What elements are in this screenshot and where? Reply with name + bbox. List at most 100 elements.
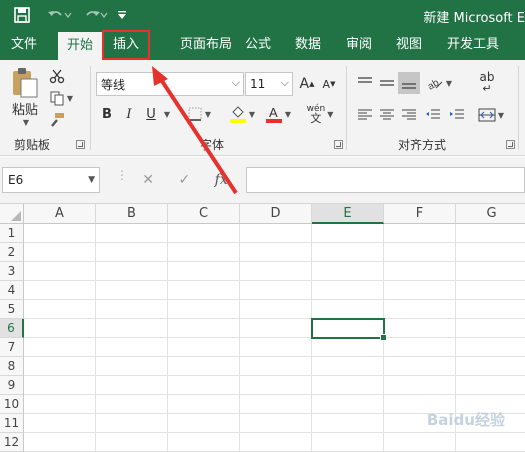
cell-d8[interactable] [240, 357, 312, 376]
cancel-icon[interactable]: ✕ [142, 172, 154, 188]
cell-g1[interactable] [456, 224, 525, 243]
active-cell-e6[interactable] [311, 318, 387, 341]
tab-data[interactable]: 数据 [286, 30, 330, 60]
cell-b4[interactable] [96, 281, 168, 300]
cell-d3[interactable] [240, 262, 312, 281]
cell-a4[interactable] [24, 281, 96, 300]
italic-button[interactable]: I [120, 104, 138, 124]
cell-e4[interactable] [312, 281, 384, 300]
cell-c11[interactable] [168, 414, 240, 433]
cell-e9[interactable] [312, 376, 384, 395]
align-bottom-icon[interactable] [398, 72, 420, 94]
undo-icon[interactable] [44, 5, 74, 25]
cell-c7[interactable] [168, 338, 240, 357]
cell-a5[interactable] [24, 300, 96, 319]
worksheet-grid[interactable]: ABCDEFG 1 2 3 4 5 6 7 8 9 10 11 12 Baidu经验 [0, 204, 525, 452]
row-header-3[interactable]: 3 [0, 262, 24, 281]
row-header-8[interactable]: 8 [0, 357, 24, 376]
cell-e10[interactable] [312, 395, 384, 414]
cell-e12[interactable] [312, 433, 384, 452]
cell-g4[interactable] [456, 281, 525, 300]
increase-indent-icon[interactable] [446, 104, 468, 126]
tab-file[interactable]: 文件 [0, 30, 48, 60]
column-header-f[interactable]: F [384, 204, 456, 224]
cell-f12[interactable] [384, 433, 456, 452]
cell-a10[interactable] [24, 395, 96, 414]
cell-b2[interactable] [96, 243, 168, 262]
cell-d12[interactable] [240, 433, 312, 452]
cell-c4[interactable] [168, 281, 240, 300]
cell-f8[interactable] [384, 357, 456, 376]
cell-d4[interactable] [240, 281, 312, 300]
cell-c12[interactable] [168, 433, 240, 452]
cell-b12[interactable] [96, 433, 168, 452]
cell-a1[interactable] [24, 224, 96, 243]
cell-f7[interactable] [384, 338, 456, 357]
cell-d10[interactable] [240, 395, 312, 414]
tab-review[interactable]: 审阅 [337, 30, 381, 60]
bold-button[interactable]: B [98, 104, 116, 124]
cell-g5[interactable] [456, 300, 525, 319]
cell-f6[interactable] [384, 319, 456, 338]
cell-b1[interactable] [96, 224, 168, 243]
row-header-12[interactable]: 12 [0, 433, 24, 452]
cell-d7[interactable] [240, 338, 312, 357]
underline-dropdown-icon[interactable]: ▼ [160, 104, 172, 124]
cell-c3[interactable] [168, 262, 240, 281]
insert-function-button[interactable]: fx [215, 172, 228, 188]
cell-g7[interactable] [456, 338, 525, 357]
cell-d6[interactable] [240, 319, 312, 338]
paste-dropdown-icon[interactable]: ▼ [18, 116, 32, 128]
cell-b10[interactable] [96, 395, 168, 414]
cell-c5[interactable] [168, 300, 240, 319]
tab-formulas[interactable]: 公式 [236, 30, 280, 60]
shrink-font-button[interactable]: A ▼ [320, 74, 338, 94]
tab-view[interactable]: 视图 [387, 30, 431, 60]
cell-e11[interactable] [312, 414, 384, 433]
name-box[interactable]: E6 ▼ [2, 167, 100, 193]
tab-developer[interactable]: 开发工具 [440, 30, 506, 60]
cell-g6[interactable] [456, 319, 525, 338]
column-header-g[interactable]: G [456, 204, 525, 224]
cell-c1[interactable] [168, 224, 240, 243]
row-header-9[interactable]: 9 [0, 376, 24, 395]
cell-a11[interactable] [24, 414, 96, 433]
select-all-button[interactable] [0, 204, 24, 224]
redo-icon[interactable] [80, 5, 110, 25]
font-size-combobox[interactable]: 11 ⌵ [245, 72, 293, 96]
font-color-icon[interactable]: A ▼ [262, 102, 294, 126]
cell-g9[interactable] [456, 376, 525, 395]
cell-d9[interactable] [240, 376, 312, 395]
copy-icon[interactable]: ▼ [46, 88, 76, 108]
save-icon[interactable] [12, 5, 32, 25]
cell-a3[interactable] [24, 262, 96, 281]
cell-d5[interactable] [240, 300, 312, 319]
customize-qat-icon[interactable] [114, 5, 130, 25]
row-header-4[interactable]: 4 [0, 281, 24, 300]
grow-font-button[interactable]: A ▲ [298, 74, 316, 94]
row-header-1[interactable]: 1 [0, 224, 24, 243]
cell-b5[interactable] [96, 300, 168, 319]
align-middle-icon[interactable] [376, 72, 398, 94]
alignment-launcher-icon[interactable] [506, 140, 515, 149]
merge-center-icon[interactable]: ▼ [474, 104, 508, 126]
formula-input[interactable] [246, 167, 525, 193]
fill-color-icon[interactable]: ▼ [226, 102, 258, 126]
align-center-icon[interactable] [376, 104, 398, 126]
font-launcher-icon[interactable] [334, 140, 343, 149]
cell-e1[interactable] [312, 224, 384, 243]
cell-b7[interactable] [96, 338, 168, 357]
tab-insert[interactable]: 插入 [102, 30, 150, 60]
cell-f5[interactable] [384, 300, 456, 319]
cell-f4[interactable] [384, 281, 456, 300]
enter-icon[interactable]: ✓ [178, 172, 190, 188]
column-header-e[interactable]: E [312, 204, 384, 224]
underline-button[interactable]: U [142, 104, 160, 124]
cell-c2[interactable] [168, 243, 240, 262]
cell-a6[interactable] [24, 319, 96, 338]
paste-icon[interactable] [8, 66, 42, 100]
cell-g12[interactable] [456, 433, 525, 452]
format-painter-icon[interactable] [46, 110, 68, 130]
cell-g2[interactable] [456, 243, 525, 262]
cell-c8[interactable] [168, 357, 240, 376]
